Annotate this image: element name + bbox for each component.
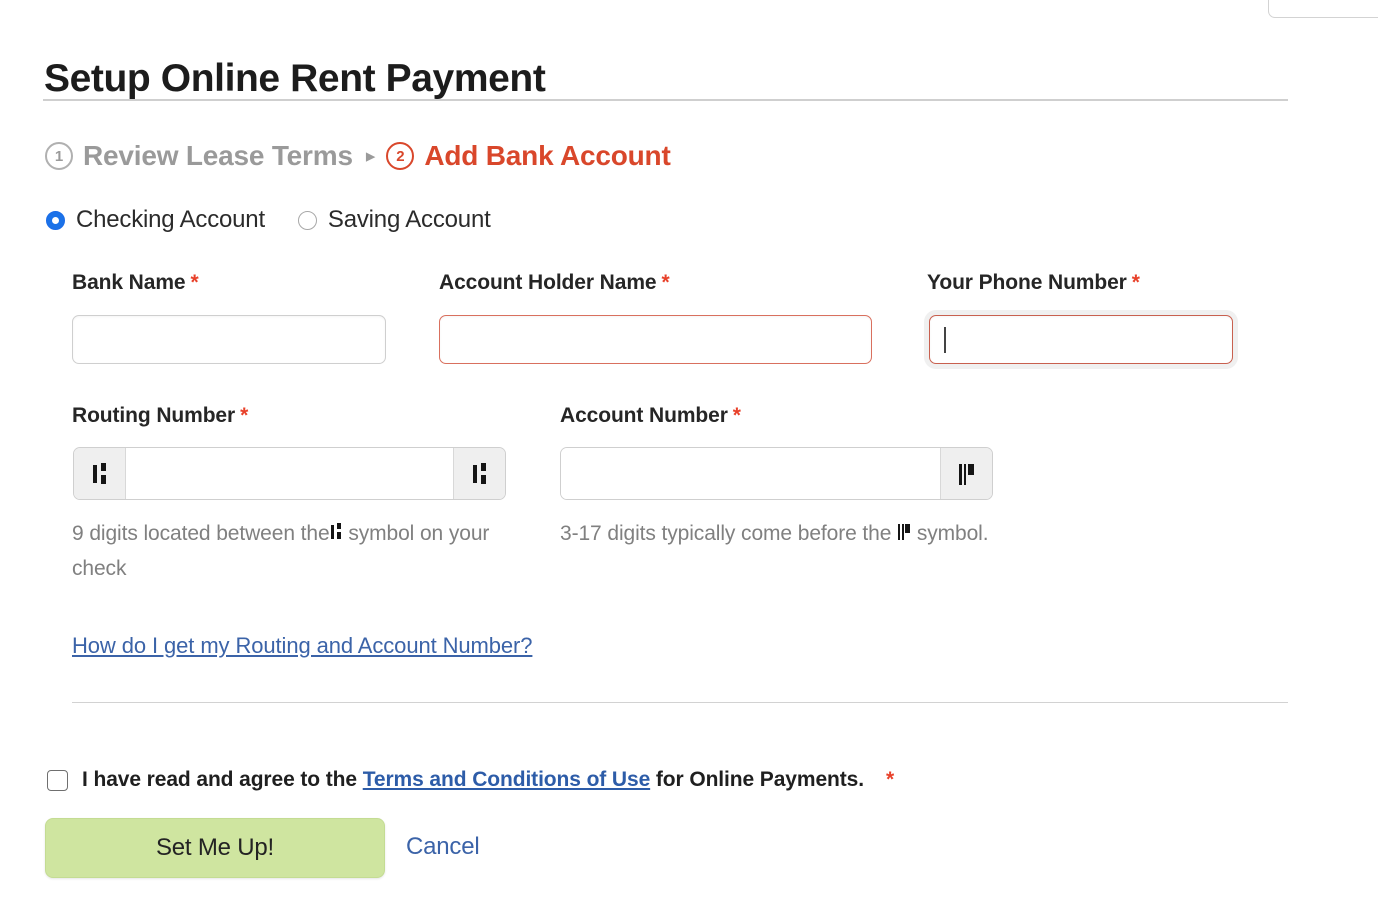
breadcrumb-step-review-lease-terms[interactable]: 1 Review Lease Terms [45,140,353,172]
phone-number-label: Your Phone Number * [927,271,1140,294]
required-marker: * [190,271,199,294]
radio-selected-icon [46,210,65,230]
routing-account-help-link[interactable]: How do I get my Routing and Account Numb… [72,633,533,659]
setup-online-rent-payment-page: Setup Online Rent Payment 1 Review Lease… [0,0,1378,902]
step-label: Add Bank Account [424,140,671,171]
routing-number-input[interactable] [126,448,453,499]
terms-agreement-checkbox[interactable] [47,769,68,791]
step-number-badge: 2 [386,142,415,170]
terms-and-conditions-link[interactable]: Terms and Conditions of Use [363,768,651,791]
radio-saving-account[interactable]: Saving Account [297,206,491,234]
top-right-panel-stub [1268,0,1378,18]
radio-label: Checking Account [76,206,265,233]
text-cursor [944,327,946,353]
cancel-button[interactable]: Cancel [406,833,480,861]
routing-number-input-group [73,447,506,500]
set-me-up-button[interactable]: Set Me Up! [45,818,385,878]
required-marker: * [661,271,670,294]
micr-onus-symbol-icon-inline [898,522,911,545]
breadcrumb: 1 Review Lease Terms ▸ 2 Add Bank Accoun… [45,140,671,172]
bank-name-label: Bank Name * [72,271,199,294]
terms-agreement-row: I have read and agree to the Terms and C… [47,768,894,792]
micr-transit-symbol-icon-left [74,448,126,499]
account-number-input-group [560,447,993,500]
page-title: Setup Online Rent Payment [44,57,546,101]
account-holder-name-label: Account Holder Name * [439,271,670,294]
micr-onus-symbol-icon-right [940,448,992,499]
routing-number-label: Routing Number * [72,404,249,427]
terms-agreement-text: I have read and agree to the Terms and C… [82,768,895,791]
account-holder-name-input[interactable] [439,315,872,364]
title-divider [43,99,1288,101]
required-marker: * [240,404,249,427]
radio-checking-account[interactable]: Checking Account [46,206,265,234]
radio-unselected-icon [297,210,317,230]
required-marker: * [732,404,741,427]
breadcrumb-chevron-right-icon: ▸ [365,145,376,167]
phone-number-input[interactable] [929,315,1233,364]
micr-transit-symbol-icon-right [453,448,505,499]
account-number-label: Account Number * [560,404,741,427]
step-number-badge: 1 [45,142,73,170]
bank-name-input[interactable] [72,315,386,364]
account-number-input[interactable] [561,448,940,499]
required-marker: * [885,768,895,791]
account-number-helper-text: 3-17 digits typically come before the sy… [560,522,989,545]
micr-transit-symbol-icon-inline [330,522,342,545]
breadcrumb-step-add-bank-account[interactable]: 2 Add Bank Account [386,140,671,172]
required-marker: * [1131,271,1140,294]
routing-number-helper-text: 9 digits located between the symbol on y… [72,522,490,580]
radio-label: Saving Account [327,206,491,233]
form-divider [72,702,1288,703]
account-type-radio-group: Checking Account Saving Account [46,206,491,234]
step-label: Review Lease Terms [83,140,353,171]
